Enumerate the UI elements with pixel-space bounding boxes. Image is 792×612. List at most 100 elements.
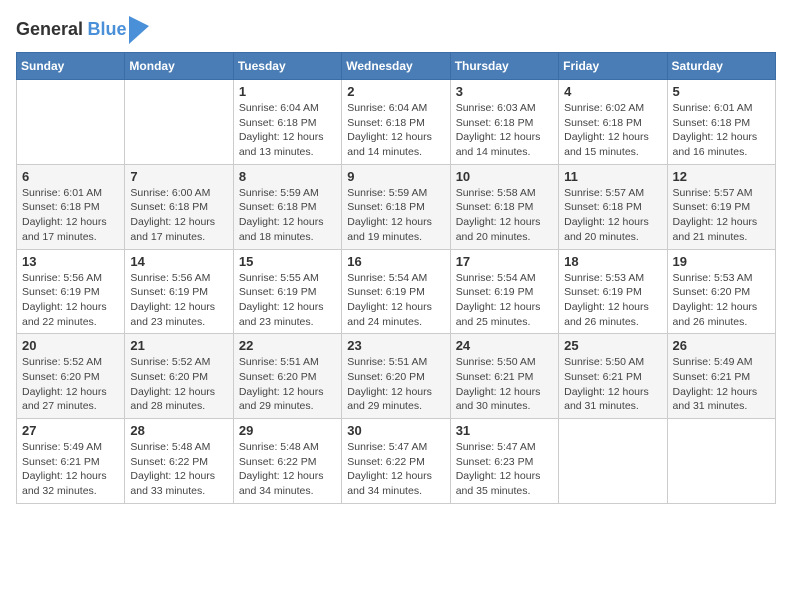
day-info: Sunrise: 6:01 AMSunset: 6:18 PMDaylight:…: [673, 101, 770, 160]
day-number: 15: [239, 254, 336, 269]
day-info: Sunrise: 5:50 AMSunset: 6:21 PMDaylight:…: [564, 355, 661, 414]
calendar-week-1: 1 Sunrise: 6:04 AMSunset: 6:18 PMDaylight…: [17, 80, 776, 165]
logo-icon: [129, 16, 149, 44]
header: General Blue: [16, 16, 776, 44]
day-info: Sunrise: 5:48 AMSunset: 6:22 PMDaylight:…: [239, 440, 336, 499]
day-info: Sunrise: 5:51 AMSunset: 6:20 PMDaylight:…: [347, 355, 444, 414]
calendar-week-4: 20 Sunrise: 5:52 AMSunset: 6:20 PMDayligh…: [17, 334, 776, 419]
day-number: 22: [239, 338, 336, 353]
day-number: 26: [673, 338, 770, 353]
day-number: 13: [22, 254, 119, 269]
day-info: Sunrise: 5:49 AMSunset: 6:21 PMDaylight:…: [22, 440, 119, 499]
calendar-cell: 7Sunrise: 6:00 AMSunset: 6:18 PMDaylight…: [125, 164, 233, 249]
calendar-cell: 21Sunrise: 5:52 AMSunset: 6:20 PMDayligh…: [125, 334, 233, 419]
day-number: 5: [673, 84, 770, 99]
day-number: 14: [130, 254, 227, 269]
day-info: Sunrise: 5:51 AMSunset: 6:20 PMDaylight:…: [239, 355, 336, 414]
calendar-cell: 20 Sunrise: 5:52 AMSunset: 6:20 PMDayligh…: [17, 334, 125, 419]
weekday-header-tuesday: Tuesday: [233, 53, 341, 80]
weekday-header-sunday: Sunday: [17, 53, 125, 80]
calendar-cell: 4Sunrise: 6:02 AMSunset: 6:18 PMDaylight…: [559, 80, 667, 165]
weekday-header-friday: Friday: [559, 53, 667, 80]
day-number: 3: [456, 84, 553, 99]
calendar-header: SundayMondayTuesdayWednesdayThursdayFrid…: [17, 53, 776, 80]
logo-line1: General: [16, 19, 83, 39]
calendar-cell: [125, 80, 233, 165]
day-info: Sunrise: 5:56 AMSunset: 6:19 PMDaylight:…: [22, 271, 119, 330]
day-info: Sunrise: 5:59 AMSunset: 6:18 PMDaylight:…: [347, 186, 444, 245]
day-info: Sunrise: 6:03 AMSunset: 6:18 PMDaylight:…: [456, 101, 553, 160]
day-info: Sunrise: 5:47 AMSunset: 6:23 PMDaylight:…: [456, 440, 553, 499]
calendar-cell: 11 Sunrise: 5:57 AMSunset: 6:18 PMDayligh…: [559, 164, 667, 249]
day-info: Sunrise: 5:58 AMSunset: 6:18 PMDaylight:…: [456, 186, 553, 245]
day-number: 30: [347, 423, 444, 438]
calendar-week-2: 6 Sunrise: 6:01 AMSunset: 6:18 PMDaylight…: [17, 164, 776, 249]
day-number: 16: [347, 254, 444, 269]
day-number: 25: [564, 338, 661, 353]
weekday-header-wednesday: Wednesday: [342, 53, 450, 80]
calendar-cell: 3 Sunrise: 6:03 AMSunset: 6:18 PMDaylight…: [450, 80, 558, 165]
calendar-cell: 15 Sunrise: 5:55 AMSunset: 6:19 PMDayligh…: [233, 249, 341, 334]
day-info: Sunrise: 5:56 AMSunset: 6:19 PMDaylight:…: [130, 271, 227, 330]
day-number: 10: [456, 169, 553, 184]
day-info: Sunrise: 5:47 AMSunset: 6:22 PMDaylight:…: [347, 440, 444, 499]
day-info: Sunrise: 5:53 AMSunset: 6:19 PMDaylight:…: [564, 271, 661, 330]
calendar-cell: 2 Sunrise: 6:04 AMSunset: 6:18 PMDaylight…: [342, 80, 450, 165]
calendar-cell: 22 Sunrise: 5:51 AMSunset: 6:20 PMDayligh…: [233, 334, 341, 419]
calendar-cell: 25 Sunrise: 5:50 AMSunset: 6:21 PMDayligh…: [559, 334, 667, 419]
calendar-cell: 29 Sunrise: 5:48 AMSunset: 6:22 PMDayligh…: [233, 419, 341, 504]
day-number: 9: [347, 169, 444, 184]
logo: General Blue: [16, 16, 149, 44]
day-number: 29: [239, 423, 336, 438]
day-info: Sunrise: 5:49 AMSunset: 6:21 PMDaylight:…: [673, 355, 770, 414]
calendar-cell: 13 Sunrise: 5:56 AMSunset: 6:19 PMDayligh…: [17, 249, 125, 334]
day-number: 2: [347, 84, 444, 99]
day-info: Sunrise: 5:50 AMSunset: 6:21 PMDaylight:…: [456, 355, 553, 414]
day-number: 17: [456, 254, 553, 269]
day-info: Sunrise: 5:52 AMSunset: 6:20 PMDaylight:…: [130, 355, 227, 414]
calendar-cell: 23 Sunrise: 5:51 AMSunset: 6:20 PMDayligh…: [342, 334, 450, 419]
weekday-header-saturday: Saturday: [667, 53, 775, 80]
calendar-cell: 27Sunrise: 5:49 AMSunset: 6:21 PMDayligh…: [17, 419, 125, 504]
calendar-week-5: 27Sunrise: 5:49 AMSunset: 6:21 PMDayligh…: [17, 419, 776, 504]
calendar-cell: 8Sunrise: 5:59 AMSunset: 6:18 PMDaylight…: [233, 164, 341, 249]
day-number: 8: [239, 169, 336, 184]
day-info: Sunrise: 5:57 AMSunset: 6:19 PMDaylight:…: [673, 186, 770, 245]
day-number: 4: [564, 84, 661, 99]
day-number: 6: [22, 169, 119, 184]
calendar-cell: 19Sunrise: 5:53 AMSunset: 6:20 PMDayligh…: [667, 249, 775, 334]
day-info: Sunrise: 5:55 AMSunset: 6:19 PMDaylight:…: [239, 271, 336, 330]
calendar-cell: 31 Sunrise: 5:47 AMSunset: 6:23 PMDayligh…: [450, 419, 558, 504]
day-number: 31: [456, 423, 553, 438]
day-number: 18: [564, 254, 661, 269]
calendar-cell: 30 Sunrise: 5:47 AMSunset: 6:22 PMDayligh…: [342, 419, 450, 504]
weekday-header-monday: Monday: [125, 53, 233, 80]
day-number: 12: [673, 169, 770, 184]
weekday-header-thursday: Thursday: [450, 53, 558, 80]
logo-line2: Blue: [88, 19, 127, 39]
calendar-cell: 26 Sunrise: 5:49 AMSunset: 6:21 PMDayligh…: [667, 334, 775, 419]
day-number: 20: [22, 338, 119, 353]
day-number: 11: [564, 169, 661, 184]
calendar-cell: 6 Sunrise: 6:01 AMSunset: 6:18 PMDaylight…: [17, 164, 125, 249]
day-info: Sunrise: 5:48 AMSunset: 6:22 PMDaylight:…: [130, 440, 227, 499]
calendar: SundayMondayTuesdayWednesdayThursdayFrid…: [16, 52, 776, 504]
day-number: 28: [130, 423, 227, 438]
calendar-cell: 10 Sunrise: 5:58 AMSunset: 6:18 PMDayligh…: [450, 164, 558, 249]
day-info: Sunrise: 5:52 AMSunset: 6:20 PMDaylight:…: [22, 355, 119, 414]
calendar-cell: 5 Sunrise: 6:01 AMSunset: 6:18 PMDaylight…: [667, 80, 775, 165]
calendar-cell: [559, 419, 667, 504]
calendar-cell: [667, 419, 775, 504]
day-info: Sunrise: 5:57 AMSunset: 6:18 PMDaylight:…: [564, 186, 661, 245]
calendar-cell: 14 Sunrise: 5:56 AMSunset: 6:19 PMDayligh…: [125, 249, 233, 334]
day-number: 7: [130, 169, 227, 184]
day-info: Sunrise: 6:01 AMSunset: 6:18 PMDaylight:…: [22, 186, 119, 245]
day-info: Sunrise: 6:04 AMSunset: 6:18 PMDaylight:…: [239, 101, 336, 160]
day-number: 23: [347, 338, 444, 353]
calendar-cell: 28 Sunrise: 5:48 AMSunset: 6:22 PMDayligh…: [125, 419, 233, 504]
day-info: Sunrise: 6:04 AMSunset: 6:18 PMDaylight:…: [347, 101, 444, 160]
calendar-cell: 9 Sunrise: 5:59 AMSunset: 6:18 PMDaylight…: [342, 164, 450, 249]
day-number: 1: [239, 84, 336, 99]
day-info: Sunrise: 5:54 AMSunset: 6:19 PMDaylight:…: [347, 271, 444, 330]
calendar-cell: 12 Sunrise: 5:57 AMSunset: 6:19 PMDayligh…: [667, 164, 775, 249]
